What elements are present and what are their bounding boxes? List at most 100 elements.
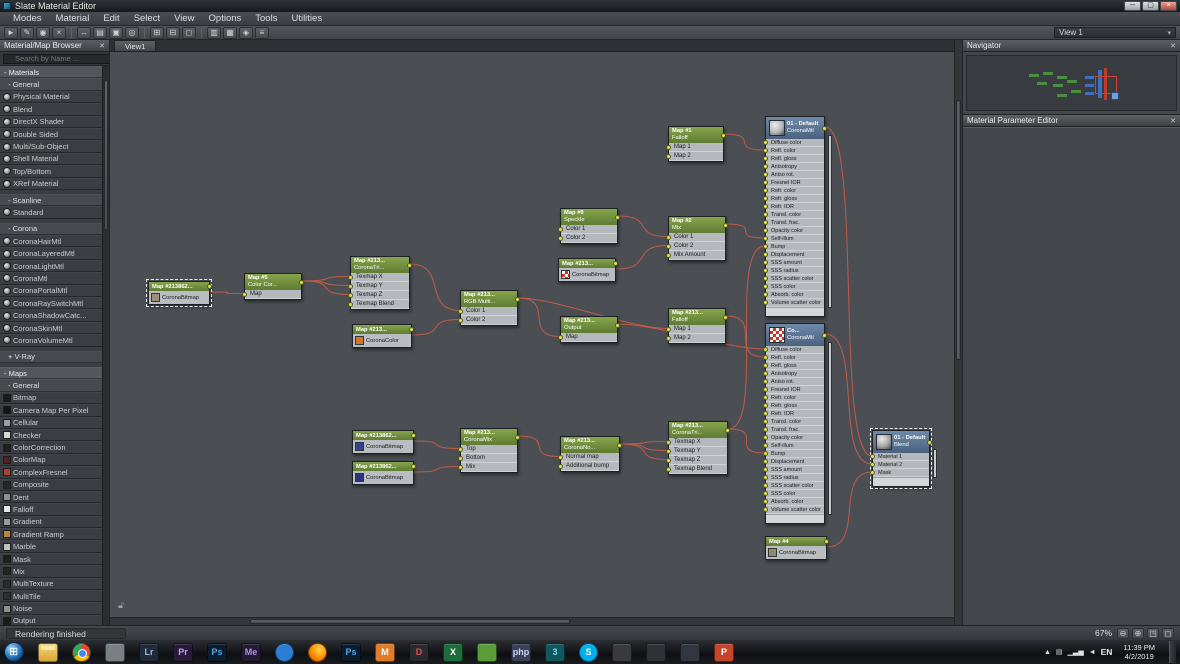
input-socket[interactable] [458, 464, 463, 470]
output-socket[interactable] [515, 434, 520, 440]
input-socket[interactable] [763, 188, 768, 193]
taskbar-php-app[interactable]: php [511, 642, 531, 662]
menu-options[interactable]: Options [202, 12, 249, 25]
input-socket[interactable] [666, 448, 671, 454]
title-bar[interactable]: Slate Material Editor ─ ▢ × [0, 0, 1180, 12]
input-socket[interactable] [763, 180, 768, 185]
taskbar-powerpoint[interactable]: P [714, 642, 734, 662]
taskbar-adobe-photoshop-2[interactable]: Ps [341, 642, 361, 662]
input-socket[interactable] [763, 164, 768, 169]
taskbar-green-leaf-app[interactable] [477, 642, 497, 662]
node-rgbm[interactable]: Map #213... RGB Multi... Color 1 Color 2 [458, 290, 520, 326]
node-outp[interactable]: Map #213... Output Map [558, 316, 620, 343]
assign-material-icon[interactable]: ◉ [36, 26, 50, 39]
canvas-vscrollbar[interactable] [954, 40, 962, 625]
tree-item-output[interactable]: Output [0, 614, 102, 625]
maximize-view-icon[interactable]: ◻ [1162, 627, 1174, 639]
menu-modes[interactable]: Modes [6, 12, 49, 25]
tree-item-coronashadowcatc-[interactable]: CoronaShadowCatc... [0, 309, 102, 322]
node-cmix[interactable]: Map #213... CoronaMix Top Bottom Mix [458, 428, 520, 473]
input-socket[interactable] [763, 148, 768, 153]
taskbar-media-app[interactable] [680, 642, 700, 662]
tree-item-bitmap[interactable]: Bitmap [0, 391, 102, 405]
options-icon[interactable]: ≡ [255, 26, 269, 39]
node-ccor[interactable]: Map #5 Color Cor... Map [242, 273, 304, 300]
tree-item-multi-sub-object[interactable]: Multi/Sub-Object [0, 140, 102, 153]
input-socket[interactable] [763, 172, 768, 177]
input-socket[interactable] [348, 301, 353, 307]
taskbar-grid-app[interactable] [646, 642, 666, 662]
input-socket[interactable] [763, 244, 768, 249]
hidden-icons-chevron[interactable]: ▲ [1044, 649, 1051, 656]
input-socket[interactable] [763, 292, 768, 297]
output-socket[interactable] [207, 284, 212, 289]
tree-item-gradient[interactable]: Gradient [0, 515, 102, 529]
tree-item-coronarayswitchmtl[interactable]: CoronaRaySwitchMtl [0, 297, 102, 310]
input-socket[interactable] [763, 140, 768, 145]
menu-tools[interactable]: Tools [248, 12, 284, 25]
taskbar-skype[interactable]: S [579, 642, 598, 662]
tree-item-coronahairmtl[interactable]: CoronaHairMtl [0, 235, 102, 248]
zoom-in-icon[interactable]: ⊕ [1132, 627, 1144, 639]
hide-unused-slots-icon[interactable]: ▤ [93, 26, 107, 39]
menu-utilities[interactable]: Utilities [284, 12, 329, 25]
tree-item-standard[interactable]: Standard [0, 206, 102, 219]
zoom-region-icon[interactable]: ◳ [1147, 627, 1159, 639]
input-socket[interactable] [763, 276, 768, 281]
input-socket[interactable] [763, 499, 768, 504]
start-button[interactable] [4, 642, 24, 662]
input-socket[interactable] [763, 204, 768, 209]
input-socket[interactable] [763, 411, 768, 416]
tree-item-xref-material[interactable]: XRef Material [0, 177, 102, 190]
show-shaded-viewport-icon[interactable]: ▣ [109, 26, 123, 39]
layout-all-icon[interactable]: ⊞ [150, 26, 164, 39]
browser-scrollbar[interactable] [102, 66, 109, 625]
node-tri2[interactable]: Map #213... CoronaTri... Texmap X Texmap YT… [666, 421, 730, 475]
output-socket[interactable] [723, 222, 728, 228]
language-indicator[interactable]: EN [1101, 647, 1113, 657]
input-socket[interactable] [666, 326, 671, 332]
input-socket[interactable] [763, 387, 768, 392]
input-socket[interactable] [558, 235, 563, 241]
zoom-out-icon[interactable]: ⊖ [1117, 627, 1129, 639]
canvas-hscroll-thumb[interactable] [250, 619, 570, 624]
input-socket[interactable] [763, 284, 768, 289]
taskbar-google-chrome[interactable] [72, 642, 91, 662]
input-socket[interactable] [763, 483, 768, 488]
input-socket[interactable] [763, 252, 768, 257]
tab-view1[interactable]: View1 [114, 40, 157, 51]
navigator-minimap[interactable] [966, 55, 1177, 111]
tree-item-coronamtl[interactable]: CoronaMtl [0, 272, 102, 285]
parameter-editor-header[interactable]: Material Parameter Editor ✕ [963, 115, 1180, 127]
input-socket[interactable] [763, 300, 768, 305]
input-socket[interactable] [763, 475, 768, 480]
menu-select[interactable]: Select [127, 12, 167, 25]
pick-material-icon[interactable]: ✎ [20, 26, 34, 39]
taskbar-davinci-app[interactable]: D [409, 642, 429, 662]
node-bmpL[interactable]: Map #213862... CoronaBitmap [146, 279, 212, 307]
input-socket[interactable] [763, 156, 768, 161]
tray-app-icon[interactable]: ▤ [1056, 648, 1063, 656]
input-socket[interactable] [763, 363, 768, 368]
input-socket[interactable] [763, 451, 768, 456]
node-cnrm[interactable]: Map #213... CoronaNo... Normal map Addition… [558, 436, 622, 472]
input-socket[interactable] [348, 283, 353, 289]
move-children-icon[interactable]: ↔ [77, 26, 91, 39]
tree-group[interactable]: - General [0, 379, 102, 392]
input-socket[interactable] [558, 334, 563, 340]
input-socket[interactable] [666, 252, 671, 258]
search-input[interactable] [3, 53, 115, 64]
tree-item-top-bottom[interactable]: Top/Bottom [0, 165, 102, 178]
input-socket[interactable] [242, 291, 247, 297]
menu-edit[interactable]: Edit [96, 12, 126, 25]
delete-selected-icon[interactable]: × [52, 26, 66, 39]
tree-item-noise[interactable]: Noise [0, 602, 102, 615]
tree-item-mask[interactable]: Mask [0, 552, 102, 566]
input-socket[interactable] [666, 243, 671, 249]
taskbar-gray-app[interactable] [105, 642, 125, 662]
tree-item-multitile[interactable]: MultiTile [0, 590, 102, 603]
output-socket[interactable] [615, 322, 620, 328]
maximize-button[interactable]: ▢ [1142, 1, 1159, 11]
input-socket[interactable] [558, 454, 563, 460]
browser-panel-header[interactable]: Material/Map Browser ✕ [0, 40, 109, 52]
